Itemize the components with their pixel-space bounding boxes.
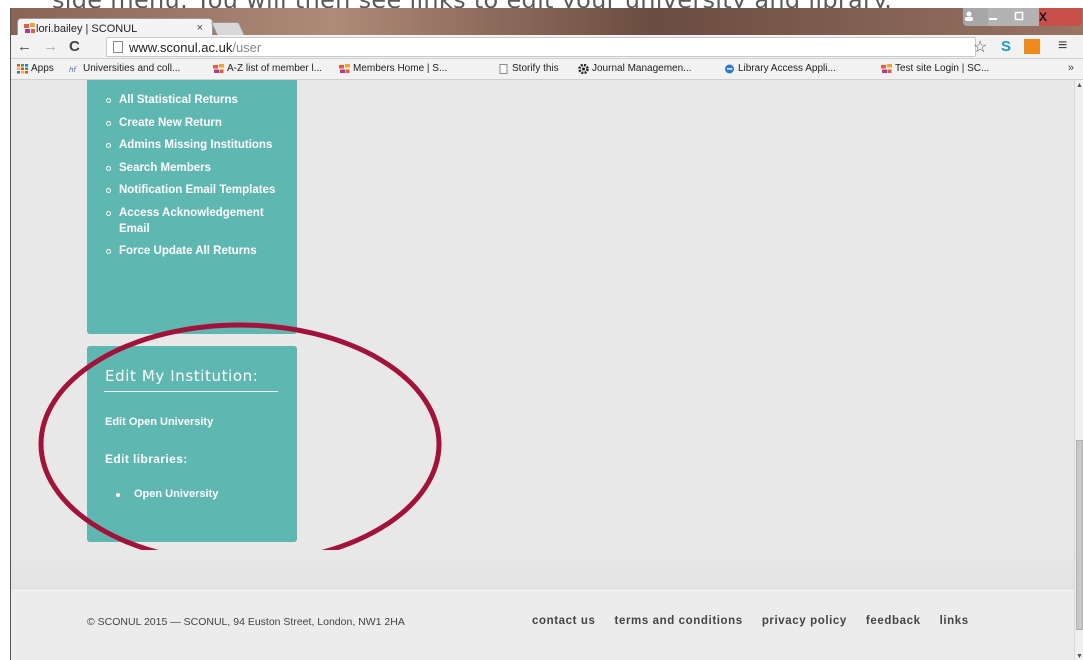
admin-menu-item[interactable]: Search Members	[104, 160, 294, 176]
footer-link-privacy[interactable]: privacy policy	[762, 615, 847, 627]
bookmark-storify[interactable]: Storify this	[498, 63, 559, 74]
user-profile-button[interactable]	[963, 8, 989, 26]
admin-menu-item[interactable]: Force Update All Returns	[104, 243, 294, 259]
bookmark-label: Universities and coll...	[83, 63, 181, 74]
admin-menu-item[interactable]: All Statistical Returns	[104, 92, 294, 108]
bookmark-star-icon[interactable]: ☆	[973, 37, 987, 57]
footer-link-feedback[interactable]: feedback	[866, 615, 921, 627]
admin-menu-item[interactable]: Create New Return	[104, 115, 294, 131]
page-content: All Statistical Returns Create New Retur…	[11, 80, 1074, 660]
footer-link-contact[interactable]: contact us	[532, 615, 596, 627]
browser-window: lori.bailey | SCONUL × x ← → C www.sconu…	[10, 8, 1083, 660]
bookmark-journal-management[interactable]: Journal Managemen...	[578, 63, 692, 74]
site-footer: © SCONUL 2015 — SCONUL, 94 Euston Street…	[11, 588, 1074, 660]
minimize-icon	[989, 18, 997, 20]
page-icon	[113, 41, 123, 53]
bookmark-members-home[interactable]: Members Home | S...	[339, 63, 447, 74]
vertical-scrollbar[interactable]: ▲ ▼	[1074, 80, 1083, 660]
browser-menu-icon[interactable]: ≡	[1058, 37, 1067, 55]
scroll-thumb[interactable]	[1076, 440, 1083, 630]
bookmark-label: Test site Login | SC...	[895, 63, 990, 74]
bookmarks-overflow-icon[interactable]: »	[1068, 62, 1074, 74]
bookmark-label: Library Access Appli...	[738, 63, 836, 74]
extension-s-icon[interactable]: S	[1001, 38, 1011, 55]
extension-chart-icon[interactable]	[1024, 39, 1040, 54]
admin-menu-item[interactable]: Access Acknowledgement Email	[104, 205, 294, 237]
footer-shadow	[11, 550, 1074, 590]
browser-toolbar: ← → C www.sconul.ac.uk/user ☆ S ≡	[11, 35, 1083, 59]
gear-icon	[578, 63, 589, 74]
bookmark-label: Journal Managemen...	[592, 63, 692, 74]
bookmark-apps[interactable]: Apps	[17, 63, 54, 74]
admin-menu-list: All Statistical Returns Create New Retur…	[104, 92, 294, 266]
bookmark-az-list[interactable]: A-Z list of member l...	[213, 63, 322, 74]
url-host: www.sconul.ac.uk	[129, 40, 233, 55]
scroll-down-icon[interactable]: ▼	[1076, 653, 1083, 660]
title-bar: lori.bailey | SCONUL × x	[11, 8, 1083, 38]
maximize-icon	[1014, 11, 1024, 21]
new-tab-button[interactable]	[210, 22, 246, 36]
bookmark-label: A-Z list of member l...	[227, 63, 323, 74]
address-bar[interactable]: www.sconul.ac.uk/user	[106, 37, 976, 57]
bookmark-label: Members Home | S...	[353, 63, 448, 74]
highlight-ellipse	[38, 322, 442, 566]
minimize-button[interactable]	[988, 8, 1014, 26]
tab-title: lori.bailey | SCONUL	[36, 22, 138, 35]
back-arrow-icon[interactable]: ←	[17, 38, 32, 55]
bookmarks-bar: Apps hf Universities and coll... A-Z lis…	[11, 59, 1083, 80]
url-text: www.sconul.ac.uk/user	[129, 40, 261, 55]
footer-links: contact us terms and conditions privacy …	[532, 615, 988, 627]
admin-menu-item[interactable]: Admins Missing Institutions	[104, 137, 294, 153]
bookmark-library-access[interactable]: Library Access Appli...	[724, 63, 836, 74]
tab-close-icon[interactable]: ×	[197, 22, 203, 34]
sconul-icon	[339, 63, 350, 73]
close-icon: x	[1039, 8, 1047, 25]
apps-grid-icon	[17, 63, 28, 73]
footer-link-links[interactable]: links	[940, 615, 969, 627]
sconul-icon	[213, 63, 224, 73]
reload-icon[interactable]: C	[69, 38, 80, 55]
bookmark-universities[interactable]: hf Universities and coll...	[69, 63, 180, 74]
footer-copyright: © SCONUL 2015 — SCONUL, 94 Euston Street…	[87, 616, 405, 628]
maximize-button[interactable]	[1014, 8, 1039, 26]
bookmark-label: Apps	[31, 63, 54, 74]
close-window-button[interactable]: x	[1039, 8, 1082, 26]
url-path: /user	[232, 40, 262, 55]
ie-icon	[725, 64, 734, 73]
sconul-favicon-icon	[24, 23, 35, 33]
footer-link-terms[interactable]: terms and conditions	[615, 615, 743, 627]
admin-menu-item[interactable]: Notification Email Templates	[104, 182, 294, 198]
svg-text:hf: hf	[69, 66, 77, 74]
admin-menu-panel: All Statistical Returns Create New Retur…	[87, 80, 297, 334]
page-icon	[499, 63, 508, 74]
user-icon	[965, 11, 973, 21]
forward-arrow-icon[interactable]: →	[43, 38, 58, 55]
hefce-icon: hf	[69, 66, 77, 74]
scroll-up-icon[interactable]: ▲	[1076, 82, 1083, 89]
bookmark-label: Storify this	[512, 63, 559, 74]
bookmark-test-site[interactable]: Test site Login | SC...	[881, 63, 989, 74]
sconul-icon	[881, 63, 892, 73]
